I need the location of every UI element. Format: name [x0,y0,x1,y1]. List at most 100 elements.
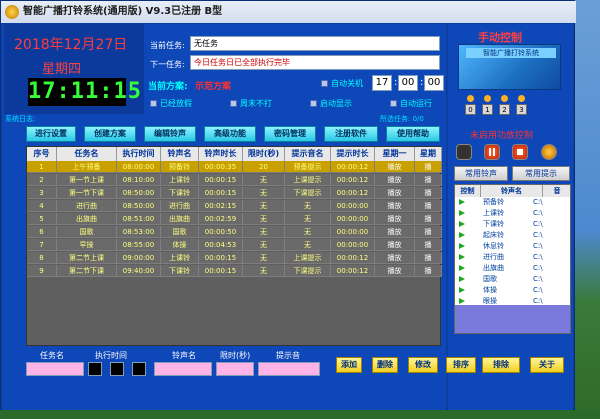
title-bar[interactable]: 智能广播打铃系统(通用版) V9.3已注册 B型 [1,1,576,23]
ring-list-item[interactable]: 休息铃 C:\ [455,241,570,252]
table-cell: 无 [243,265,285,276]
hour-input[interactable] [88,362,102,376]
ring-list-item[interactable]: 起床铃 C:\ [455,230,570,241]
ring-name-label: 铃声名 [172,351,196,360]
holiday-checkbox[interactable] [150,100,157,107]
ring-list-item[interactable]: 进行曲 C:\ [455,252,570,263]
play-icon[interactable] [455,208,469,219]
table-row[interactable]: 6 国歌 08:53:00 国歌 00:00:50 无无 00:00:00 播放播 [27,226,442,238]
col-ring-name[interactable]: 铃声名 [481,185,543,197]
table-row[interactable]: 5 出旗曲 08:51:00 出旗曲 00:02:59 无无 00:00:00 播放播 [27,213,442,225]
table-cell: 7 [27,239,57,250]
table-row[interactable]: 9 第二节下课 09:40:00 下课铃 00:00:15 无下课提示 00:00:12 播放… [27,265,442,277]
play-icon[interactable] [455,252,469,263]
col-tip[interactable]: 提示音名 [285,147,331,161]
table-cell: 上课提示 [285,252,331,263]
col-index[interactable]: 序号 [27,147,57,161]
col-tip-len[interactable]: 提示时长 [331,147,375,161]
delete-button[interactable]: 删除 [372,357,398,373]
minute-input[interactable] [110,362,124,376]
ring-list-item[interactable]: 上课铃 C:\ [455,208,570,219]
pause-icon [493,148,495,156]
table-cell: 08:50:00 [117,187,161,198]
table-row[interactable]: 3 第一节下课 08:50:00 下课铃 00:00:15 无下课提示 00:00:12 播放… [27,187,442,199]
play-icon[interactable] [455,274,469,285]
add-button[interactable]: 添加 [336,357,362,373]
about-button[interactable]: 关于 [530,357,564,373]
limit-input[interactable] [216,362,254,376]
common-tip-tab[interactable]: 常用提示 [512,166,570,181]
table-row[interactable]: 1 上午预备 08:00:00 预备铃 00:00:35 20 预备提示 00:00:12 播放… [27,161,442,173]
ring-list-path: C:\ [533,286,543,294]
exclude-button[interactable]: 排除 [482,357,520,373]
ring-list-item[interactable]: 体操 C:\ [455,285,570,296]
indicator-led-0 [467,95,474,102]
ring-list-header: 控制 铃声名 音 [455,185,570,197]
selected-task-count: 所选任务: 0/0 [380,115,424,123]
weekend-checkbox[interactable] [230,100,237,107]
ring-name-select[interactable] [154,362,212,376]
autostart-checkbox[interactable] [310,100,317,107]
table-row[interactable]: 4 进行曲 08:50:00 进行曲 00:02:15 无无 00:00:00 播放播 [27,200,442,212]
auto-shutdown-checkbox[interactable] [321,80,328,87]
ring-list-item[interactable]: 国歌 C:\ [455,274,570,285]
ring-list-item[interactable]: 预备铃 C:\ [455,197,570,208]
table-cell: 无 [243,239,285,250]
edit-button[interactable]: 修改 [408,357,438,373]
table-cell: 第二节上课 [57,252,117,263]
channel-box-0[interactable]: 0 [465,104,476,115]
second-input[interactable] [132,362,146,376]
play-icon[interactable] [455,197,469,208]
autorun-checkbox[interactable] [390,100,397,107]
col-task[interactable]: 任务名 [57,147,117,161]
col-ring[interactable]: 铃声名 [161,147,199,161]
col-time[interactable]: 执行时间 [117,147,161,161]
volume-knob-icon[interactable] [541,144,557,160]
play-icon[interactable] [455,263,469,274]
channel-box-3[interactable]: 3 [516,104,527,115]
common-ring-list[interactable]: 控制 铃声名 音 预备铃 C:\ 上课铃 C:\ 下课铃 C:\ 起床铃 C:\ 休息铃 C:\ 进… [454,184,571,334]
microphone-icon[interactable] [456,144,472,160]
common-ring-tab[interactable]: 常用铃声 [454,166,508,181]
tip-sound-select[interactable] [258,362,320,376]
pause-button[interactable] [484,144,500,160]
channel-box-2[interactable]: 2 [499,104,510,115]
ring-list-name: 出旗曲 [483,264,504,272]
help-button[interactable]: 使用帮助 [386,126,440,142]
shutdown-second[interactable]: 00 [424,75,444,91]
play-icon[interactable] [455,230,469,241]
advanced-button[interactable]: 高级功能 [204,126,256,142]
table-cell: 上课铃 [161,174,199,185]
settings-button[interactable]: 进行设置 [26,126,76,142]
channel-box-1[interactable]: 1 [482,104,493,115]
col-ring-len[interactable]: 铃声时长 [199,147,243,161]
col-limit[interactable]: 限时(秒) [243,147,285,161]
table-cell: 00:02:15 [199,200,243,211]
col-monday[interactable]: 星期一 [375,147,415,161]
shutdown-minute[interactable]: 00 [398,75,418,91]
ring-list-item[interactable]: 出旗曲 C:\ [455,263,570,274]
password-button[interactable]: 密码管理 [264,126,316,142]
task-grid[interactable]: 序号 任务名 执行时间 铃声名 铃声时长 限时(秒) 提示音名 提示时长 星期一… [26,146,442,346]
shutdown-hour[interactable]: 17 [372,75,392,91]
autorun-label: 自动运行 [400,99,432,108]
plan-value[interactable]: 示范方案 [195,79,231,92]
edit-ring-button[interactable]: 编辑铃声 [144,126,196,142]
table-row[interactable]: 8 第二节上课 09:00:00 上课铃 00:00:15 无上课提示 00:00:12 播放… [27,252,442,264]
stop-button[interactable] [512,144,528,160]
table-cell: 08:53:00 [117,226,161,237]
ring-list-item[interactable]: 下课铃 C:\ [455,219,570,230]
play-icon[interactable] [455,241,469,252]
table-row[interactable]: 2 第一节上课 08:10:00 上课铃 00:00:15 无上课提示 00:00:12 播放… [27,174,442,186]
task-name-input[interactable] [26,362,84,376]
register-button[interactable]: 注册软件 [324,126,378,142]
play-icon[interactable] [455,219,469,230]
sort-button[interactable]: 排序 [446,357,476,373]
table-cell: 出旗曲 [57,213,117,224]
table-row[interactable]: 7 早操 08:55:00 体操 00:04:53 无无 00:00:00 播放播 [27,239,442,251]
col-audio[interactable]: 音 [543,185,570,197]
play-icon[interactable] [455,285,469,296]
col-control[interactable]: 控制 [455,185,481,197]
create-plan-button[interactable]: 创建方案 [84,126,136,142]
col-weekday[interactable]: 星期 [415,147,442,161]
